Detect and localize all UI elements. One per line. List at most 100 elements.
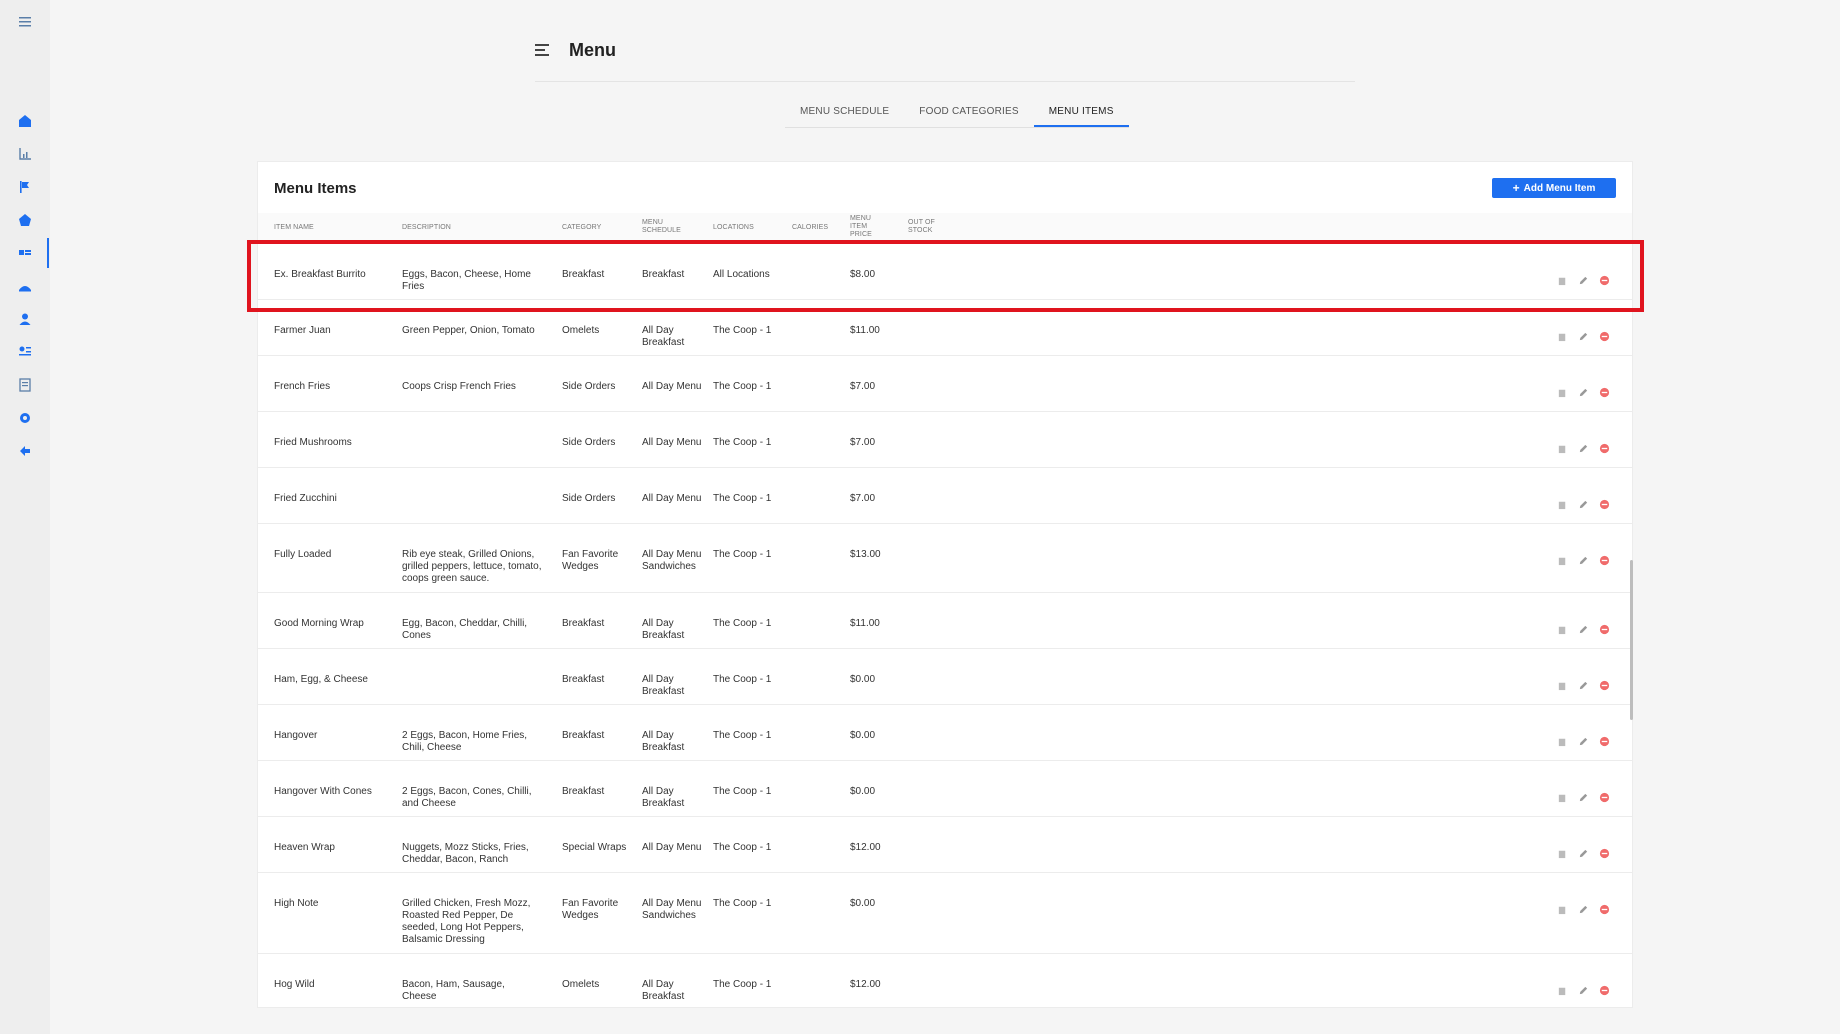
- edit-pencil-icon[interactable]: [1577, 386, 1589, 398]
- delete-icon[interactable]: [1598, 903, 1610, 915]
- back-arrow-icon[interactable]: [17, 443, 33, 459]
- category-cell: Fan Favorite Wedges: [562, 898, 619, 921]
- table-row[interactable]: Good Morning Wrap Egg, Bacon, Cheddar, Ch…: [258, 593, 1632, 649]
- hamburger-icon[interactable]: [535, 44, 551, 58]
- duplicate-icon[interactable]: [1556, 791, 1568, 803]
- duplicate-icon[interactable]: [1556, 679, 1568, 691]
- table-header: ITEM NAME DESCRIPTION CATEGORY MENU SCHE…: [258, 213, 1632, 243]
- menu-toggle-icon[interactable]: [17, 14, 33, 30]
- price-cell: $0.00: [850, 730, 876, 741]
- edit-pencil-icon[interactable]: [1577, 623, 1589, 635]
- duplicate-icon[interactable]: [1556, 442, 1568, 454]
- duplicate-icon[interactable]: [1556, 330, 1568, 342]
- table-row[interactable]: Ham, Egg, & Cheese Breakfast All Day Break…: [258, 649, 1632, 705]
- price-cell: $11.00: [850, 325, 880, 336]
- tab-food-categories[interactable]: FOOD CATEGORIES: [904, 100, 1034, 127]
- col-out-of-stock[interactable]: OUT OF STOCK: [908, 219, 938, 235]
- delete-icon[interactable]: [1598, 498, 1610, 510]
- table-row[interactable]: Farmer Juan Green Pepper, Onion, Tomato Om…: [258, 300, 1632, 356]
- home-icon[interactable]: [17, 113, 33, 129]
- row-actions: [1556, 984, 1610, 996]
- delete-icon[interactable]: [1598, 554, 1610, 566]
- menu-items-icon[interactable]: [17, 245, 33, 261]
- duplicate-icon[interactable]: [1556, 623, 1568, 635]
- users-list-icon[interactable]: [17, 344, 33, 360]
- delete-icon[interactable]: [1598, 847, 1610, 859]
- document-icon[interactable]: [17, 377, 33, 393]
- flag-icon[interactable]: [17, 179, 33, 195]
- table-row[interactable]: Heaven Wrap Nuggets, Mozz Sticks, Fries, …: [258, 817, 1632, 873]
- tab-menu-items[interactable]: MENU ITEMS: [1033, 100, 1129, 127]
- edit-pencil-icon[interactable]: [1577, 330, 1589, 342]
- table-row[interactable]: Fully Loaded Rib eye steak, Grilled Onion…: [258, 524, 1632, 593]
- table-row[interactable]: High Note Grilled Chicken, Fresh Mozz, Ro…: [258, 873, 1632, 954]
- table-row[interactable]: Hog Wild Bacon, Ham, Sausage, Cheese Omele…: [258, 954, 1632, 1007]
- store-icon[interactable]: [17, 212, 33, 228]
- row-actions: [1556, 554, 1610, 566]
- delete-icon[interactable]: [1598, 679, 1610, 691]
- category-cell: Omelets: [562, 325, 600, 336]
- delete-icon[interactable]: [1598, 623, 1610, 635]
- edit-pencil-icon[interactable]: [1577, 903, 1589, 915]
- delete-icon[interactable]: [1598, 330, 1610, 342]
- gear-icon[interactable]: [17, 410, 33, 426]
- duplicate-icon[interactable]: [1556, 386, 1568, 398]
- row-actions: [1556, 442, 1610, 454]
- col-item-name[interactable]: ITEM NAME: [274, 224, 354, 232]
- table-row[interactable]: Hangover 2 Eggs, Bacon, Home Fries, Chili…: [258, 705, 1632, 761]
- col-locations[interactable]: LOCATIONS: [713, 224, 773, 232]
- col-price[interactable]: MENU ITEM PRICE: [850, 215, 878, 239]
- edit-pencil-icon[interactable]: [1577, 984, 1589, 996]
- row-actions: [1556, 274, 1610, 286]
- col-category[interactable]: CATEGORY: [562, 224, 622, 232]
- table-row[interactable]: Hangover With Cones 2 Eggs, Bacon, Cones,…: [258, 761, 1632, 817]
- table-row[interactable]: Fried Zucchini Side Orders All Day Menu The…: [258, 468, 1632, 524]
- user-icon[interactable]: [17, 311, 33, 327]
- scrollbar[interactable]: [1630, 560, 1633, 720]
- row-actions: [1556, 679, 1610, 691]
- table-row[interactable]: Fried Mushrooms Side Orders All Day Menu Th…: [258, 412, 1632, 468]
- duplicate-icon[interactable]: [1556, 498, 1568, 510]
- duplicate-icon[interactable]: [1556, 903, 1568, 915]
- row-actions: [1556, 623, 1610, 635]
- delete-icon[interactable]: [1598, 791, 1610, 803]
- edit-pencil-icon[interactable]: [1577, 442, 1589, 454]
- col-menu-schedule[interactable]: MENU SCHEDULE: [642, 219, 682, 235]
- row-actions: [1556, 903, 1610, 915]
- table-row[interactable]: French Fries Coops Crisp French Fries Side…: [258, 356, 1632, 412]
- price-cell: $13.00: [850, 549, 881, 560]
- description-cell: Nuggets, Mozz Sticks, Fries, Cheddar, Ba…: [402, 842, 529, 865]
- edit-pencil-icon[interactable]: [1577, 847, 1589, 859]
- delete-icon[interactable]: [1598, 386, 1610, 398]
- duplicate-icon[interactable]: [1556, 984, 1568, 996]
- edit-pencil-icon[interactable]: [1577, 679, 1589, 691]
- edit-pencil-icon[interactable]: [1577, 791, 1589, 803]
- delivery-icon[interactable]: [17, 278, 33, 294]
- col-description[interactable]: DESCRIPTION: [402, 224, 482, 232]
- duplicate-icon[interactable]: [1556, 847, 1568, 859]
- duplicate-icon[interactable]: [1556, 554, 1568, 566]
- delete-icon[interactable]: [1598, 442, 1610, 454]
- tab-menu-schedule[interactable]: MENU SCHEDULE: [785, 100, 904, 127]
- location-cell: The Coop - 1: [713, 325, 772, 336]
- delete-icon[interactable]: [1598, 735, 1610, 747]
- edit-pencil-icon[interactable]: [1577, 554, 1589, 566]
- schedule-cell: All Day Menu: [642, 493, 702, 504]
- edit-pencil-icon[interactable]: [1577, 498, 1589, 510]
- menu-items-card: Menu Items + Add Menu Item ITEM NAME DES…: [257, 161, 1633, 1008]
- add-menu-item-button[interactable]: + Add Menu Item: [1492, 178, 1616, 198]
- delete-icon[interactable]: [1598, 274, 1610, 286]
- description-cell: 2 Eggs, Bacon, Home Fries, Chili, Cheese: [402, 730, 528, 753]
- duplicate-icon[interactable]: [1556, 735, 1568, 747]
- delete-icon[interactable]: [1598, 984, 1610, 996]
- col-calories[interactable]: CALORIES: [792, 224, 842, 232]
- duplicate-icon[interactable]: [1556, 274, 1568, 286]
- tab-bar: MENU SCHEDULE FOOD CATEGORIES MENU ITEMS: [785, 100, 1129, 128]
- edit-pencil-icon[interactable]: [1577, 735, 1589, 747]
- price-cell: $0.00: [850, 898, 876, 909]
- category-cell: Breakfast: [562, 786, 605, 797]
- chart-icon[interactable]: [17, 146, 33, 162]
- schedule-cell: All Day Breakfast: [642, 325, 685, 348]
- edit-pencil-icon[interactable]: [1577, 274, 1589, 286]
- table-row[interactable]: Ex. Breakfast Burrito Eggs, Bacon, Cheese…: [258, 244, 1632, 300]
